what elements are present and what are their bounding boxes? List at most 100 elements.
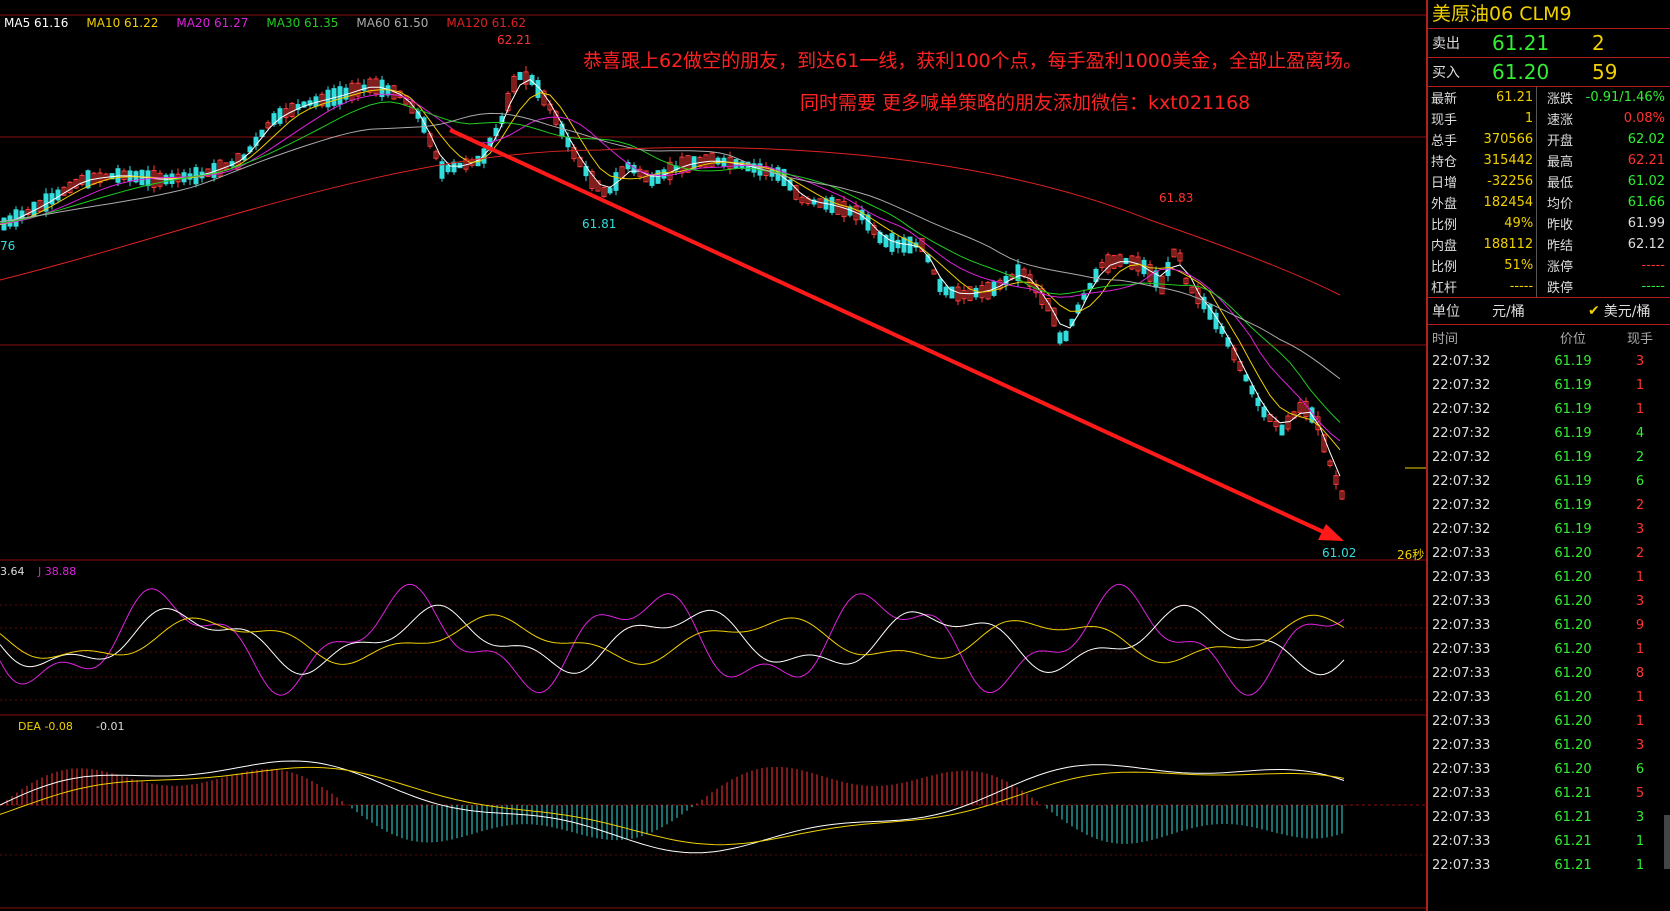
tick-row[interactable]: 22:07:33 61.21 1 — [1428, 853, 1670, 877]
candle-body — [1261, 406, 1267, 418]
candle-body — [1057, 332, 1063, 344]
tick-row[interactable]: 22:07:32 61.19 2 — [1428, 445, 1670, 469]
tick-row[interactable]: 22:07:33 61.20 1 — [1428, 565, 1670, 589]
buy-volume: 59 — [1592, 60, 1618, 84]
stats-row: 内盘 188112 昨结 62.12 — [1428, 234, 1668, 255]
tick-row[interactable]: 22:07:33 61.20 1 — [1428, 709, 1670, 733]
kdj-label-a: 3.64 — [0, 565, 25, 578]
stat-key: 比例 — [1431, 260, 1458, 275]
tick-time: 22:07:32 — [1432, 449, 1491, 465]
stats-row: 比例 49% 昨收 61.99 — [1428, 213, 1668, 234]
buy-quote-row[interactable]: 买入 61.20 59 — [1428, 57, 1670, 86]
high-price-label-2: 61.83 — [1159, 191, 1194, 205]
tick-header-qty: 现手 — [1626, 331, 1653, 347]
candle-body — [901, 237, 907, 253]
tick-price: 61.19 — [1554, 401, 1592, 417]
tick-price: 61.20 — [1554, 761, 1592, 777]
promo-message-2: 同时需要 更多喊单策略的朋友添加微信：kxt021168 — [800, 92, 1251, 114]
stat-value: ----- — [1509, 279, 1534, 294]
stat-value: 61.21 — [1495, 90, 1534, 105]
candle-body — [1087, 283, 1093, 289]
candle-body — [49, 193, 55, 205]
candle-body — [1243, 374, 1249, 382]
high-price-label: 62.21 — [497, 33, 532, 47]
unit-option-usd[interactable]: 美元/桶 — [1604, 301, 1651, 321]
tick-row[interactable]: 22:07:32 61.19 1 — [1428, 397, 1670, 421]
tick-row[interactable]: 22:07:33 61.20 3 — [1428, 733, 1670, 757]
tick-qty: 3 — [1635, 737, 1645, 753]
tick-qty: 3 — [1635, 809, 1645, 825]
unit-option-yuan[interactable]: 元/桶 — [1492, 301, 1588, 321]
tick-time: 22:07:32 — [1432, 521, 1491, 537]
tick-row[interactable]: 22:07:33 61.20 1 — [1428, 637, 1670, 661]
tick-row[interactable]: 22:07:32 61.19 4 — [1428, 421, 1670, 445]
tick-time: 22:07:32 — [1432, 497, 1491, 513]
kline-chart-area[interactable]: MA5 61.16 MA10 61.22 MA20 61.27 MA30 61.35 M… — [0, 0, 1426, 911]
tick-price: 61.20 — [1554, 689, 1592, 705]
stat-key: 均价 — [1547, 197, 1574, 212]
tick-row[interactable]: 22:07:32 61.19 2 — [1428, 493, 1670, 517]
tick-row[interactable]: 22:07:32 61.19 1 — [1428, 373, 1670, 397]
tick-row[interactable]: 22:07:32 61.19 3 — [1428, 349, 1670, 373]
stat-value: ----- — [1641, 279, 1665, 294]
candle-body — [607, 187, 613, 194]
candle-body — [1219, 326, 1225, 334]
tick-row[interactable]: 22:07:33 61.20 2 — [1428, 541, 1670, 565]
candle-body — [1063, 330, 1069, 342]
candle-body — [937, 279, 943, 292]
ma-legend-item: MA20 61.27 — [176, 16, 249, 30]
tick-qty: 1 — [1635, 713, 1645, 729]
ma20-line — [0, 93, 1341, 442]
tick-row[interactable]: 22:07:33 61.21 1 — [1428, 829, 1670, 853]
stat-key: 速涨 — [1547, 113, 1574, 128]
stats-row: 总手 370566 开盘 62.02 — [1428, 129, 1668, 150]
candle-body — [949, 286, 955, 299]
kdj-label-j: J 38.88 — [38, 565, 77, 578]
countdown-label: 26秒 — [1397, 548, 1425, 562]
tick-list-scrollbar[interactable] — [1664, 815, 1670, 869]
tick-qty: 1 — [1635, 833, 1645, 849]
tick-row[interactable]: 22:07:33 61.20 9 — [1428, 613, 1670, 637]
tick-price: 61.20 — [1554, 665, 1592, 681]
tick-row[interactable]: 22:07:33 61.20 6 — [1428, 757, 1670, 781]
stat-key: 最高 — [1547, 155, 1574, 170]
tick-row[interactable]: 22:07:33 61.20 3 — [1428, 589, 1670, 613]
macd-label-m: -0.01 — [96, 720, 125, 733]
tick-time: 22:07:33 — [1432, 857, 1491, 873]
ma-legend-item: MA5 61.16 — [4, 16, 69, 30]
tick-price: 61.20 — [1554, 545, 1592, 561]
tick-row[interactable]: 22:07:33 61.20 1 — [1428, 685, 1670, 709]
tick-price: 61.21 — [1554, 857, 1592, 873]
tick-row[interactable]: 22:07:33 61.20 8 — [1428, 661, 1670, 685]
contract-title: 美原油06 CLM9 — [1428, 0, 1670, 29]
ma5-line — [0, 78, 1341, 477]
tick-price: 61.21 — [1554, 809, 1592, 825]
stat-key: 跌停 — [1547, 281, 1574, 296]
candle-body — [1255, 397, 1261, 407]
candle-body — [559, 123, 565, 137]
stats-table: 最新 61.21 涨跌 -0.91/1.46% 现手 1 速涨 0.08% 总手 370566 开盘… — [1428, 87, 1668, 297]
tick-qty: 6 — [1635, 473, 1645, 489]
promo-message-1: 恭喜跟上62做空的朋友，到达61一线，获利100个点，每手盈利1000美金，全部… — [583, 50, 1362, 72]
tick-row[interactable]: 22:07:33 61.21 3 — [1428, 805, 1670, 829]
trend-arrow-head — [1318, 524, 1344, 541]
stat-key: 最低 — [1547, 176, 1574, 191]
tick-row[interactable]: 22:07:33 61.21 5 — [1428, 781, 1670, 805]
tick-qty: 1 — [1635, 641, 1645, 657]
left-edge-price-label: 76 — [0, 239, 16, 253]
tick-qty: 2 — [1635, 497, 1645, 513]
ma30-line — [0, 101, 1341, 423]
stat-key: 昨结 — [1547, 239, 1574, 254]
tick-row[interactable]: 22:07:32 61.19 6 — [1428, 469, 1670, 493]
tick-list[interactable]: 22:07:32 61.19 3 22:07:32 61.19 1 22:07:32 61.1… — [1428, 349, 1670, 877]
kline-chart-canvas[interactable] — [0, 0, 1426, 911]
stats-row: 最新 61.21 涨跌 -0.91/1.46% — [1428, 87, 1668, 108]
stat-value: 370566 — [1483, 132, 1534, 147]
tick-time: 22:07:33 — [1432, 569, 1491, 585]
stat-key: 外盘 — [1431, 197, 1458, 212]
unit-label: 单位 — [1432, 304, 1460, 320]
candle-body — [277, 108, 283, 124]
sell-quote-row[interactable]: 卖出 61.21 2 — [1428, 29, 1670, 57]
ma-legend-item: MA10 61.22 — [86, 16, 159, 30]
tick-row[interactable]: 22:07:32 61.19 3 — [1428, 517, 1670, 541]
